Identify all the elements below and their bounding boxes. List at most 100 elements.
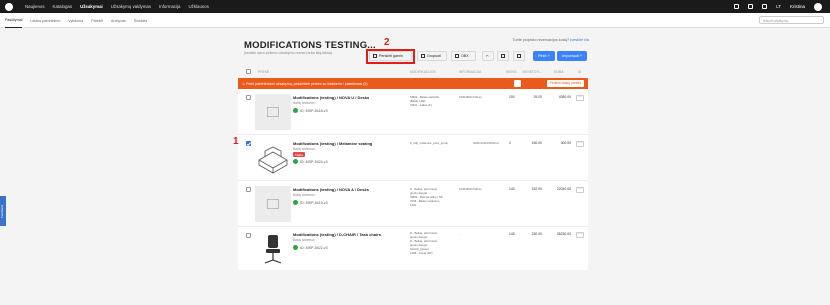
import-dropdown[interactable]: Importuoti ˅: [557, 51, 588, 61]
product-name[interactable]: Modifications (testing) / NOVA A / Desks: [293, 187, 369, 192]
table-header: PREKĖ MODIFIKACIJOS INFORMACIJA KIEKIS V…: [238, 68, 588, 75]
obx-label: OBX: [461, 54, 469, 58]
nav-informacija[interactable]: Informacija: [159, 4, 180, 9]
page-title[interactable]: MODIFICATIONS TESTING...: [244, 40, 376, 51]
modifications-list: Z_ttdp_melamine_price_group: [410, 141, 448, 145]
row-total: 22040.00: [556, 187, 571, 191]
table-row[interactable]: Modifications (testing) / NOVA A / Desks…: [238, 181, 588, 227]
group-button[interactable]: Grupuoti: [417, 51, 447, 61]
copy-button[interactable]: [497, 51, 509, 61]
product-id: ID: MSP-5424-v3: [293, 159, 328, 164]
annotation-number-2: 2: [384, 37, 390, 48]
top-right-tools: LT Kristina: [734, 0, 822, 13]
messages-icon[interactable]: [748, 4, 754, 9]
trash-icon: [517, 54, 521, 58]
nav-naujienos[interactable]: Naujienos: [25, 4, 45, 9]
status-ok-icon: [293, 108, 298, 113]
products-table: Modifications (testing) / NOVA U / Desks…: [233, 89, 588, 270]
status-ok-icon: [293, 245, 298, 250]
product-id: ID: MSP-5422-v3: [293, 245, 328, 250]
unit-price: 29.00: [533, 95, 543, 99]
melamine-seating-sketch: [258, 146, 288, 174]
col-qty: KIEKIS: [506, 69, 517, 74]
tab-siuksles[interactable]: Šiukšlės: [134, 14, 147, 28]
nav-uzsakymu-valdymas[interactable]: Užsakymų valdymas: [111, 4, 151, 9]
product-name[interactable]: Modifications (testing) / D-CHAIR / Task…: [293, 232, 381, 237]
language-selector[interactable]: LT: [776, 4, 781, 9]
product-name[interactable]: Modifications (testing) / Melamine seati…: [293, 141, 372, 146]
product-category: Baldų sistemos: [293, 101, 315, 105]
row-menu-button[interactable]: ···: [576, 187, 584, 193]
alert-message: Prieš patvirtindami užsakymą, pašalinkit…: [246, 81, 368, 86]
tab-vykdoma[interactable]: Vykdoma: [68, 14, 83, 28]
avatar[interactable]: [814, 2, 822, 11]
product-image: [255, 140, 291, 176]
row-total: 300.00: [560, 141, 571, 145]
group-icon: [421, 54, 425, 58]
error-alert: ⚠ Prieš patvirtindami užsakymą, pašalink…: [238, 78, 588, 89]
move-error-products-button[interactable]: Perkelti klaidų prekes: [546, 79, 584, 87]
select-all-checkbox[interactable]: [246, 69, 251, 74]
product-id-text: ID: MSP-5418-v3: [300, 108, 328, 113]
product-id-text: ID: MSP-5422-v3: [300, 245, 328, 250]
row-menu-button[interactable]: ···: [576, 95, 584, 101]
row-checkbox[interactable]: [246, 141, 251, 146]
settings-icon[interactable]: ⚙: [578, 70, 581, 74]
product-name[interactable]: Modifications (testing) / NOVA U / Desks: [293, 95, 369, 100]
product-id-text: ID: MSP-5419-v3: [300, 200, 328, 205]
unit-price: 230.00: [531, 232, 542, 236]
modification-item: Z_ttdp_melamine_price_group: [410, 141, 448, 145]
tab-archyvas[interactable]: Archyvas: [111, 14, 126, 28]
tab-pateikti[interactable]: Pateikti: [91, 14, 103, 28]
actions-dropdown[interactable]: Pirkti ˅: [533, 51, 555, 61]
page-subtitle: Įveskite savo pirkimo užsakymo numerį ar…: [244, 51, 332, 55]
product-category: Baldų sistemos: [293, 238, 315, 242]
delete-button[interactable]: [513, 51, 525, 61]
app-logo[interactable]: [5, 2, 13, 11]
col-information: INFORMACIJA: [459, 69, 482, 74]
order-search-input[interactable]: Ieškoti užsakymų: [759, 16, 824, 24]
table-row[interactable]: 1 Modifications (testing) / Melamine sea…: [233, 135, 588, 181]
cart-icon[interactable]: [762, 4, 768, 9]
modification-item: SM01 - baltas (K): [410, 103, 432, 107]
product-info: 1600x800x740mm: [459, 187, 483, 191]
reservation-code-link[interactable]: Įveskite čia: [570, 38, 589, 42]
cut-button[interactable]: ✂: [482, 51, 494, 61]
nav-uzsakymai[interactable]: Užsakymai: [80, 4, 103, 9]
status-ok-icon: [293, 159, 298, 164]
notifications-icon[interactable]: [734, 4, 740, 9]
alert-action-icon[interactable]: [514, 80, 521, 87]
product-info: 1600x800x740mm: [459, 95, 483, 99]
quantity[interactable]: 145: [509, 232, 515, 236]
feedback-tab[interactable]: Feedback: [0, 196, 6, 226]
nav-uzklausos[interactable]: Užklausos: [189, 4, 209, 9]
reservation-code-question: Turite projekto rezervacijos kodą?: [512, 38, 570, 42]
table-row[interactable]: Modifications (testing) / NOVA U / Desks…: [238, 89, 588, 135]
product-id: ID: MSP-5418-v3: [293, 108, 328, 113]
quantity[interactable]: 150: [509, 95, 515, 99]
product-image: [255, 231, 291, 267]
row-menu-button[interactable]: ···: [576, 141, 584, 147]
quantity[interactable]: 140: [509, 187, 515, 191]
image-placeholder-icon: [267, 199, 279, 209]
row-checkbox[interactable]: [246, 187, 251, 192]
product-info: -: [459, 232, 460, 236]
product-category: Baldų sistemos: [293, 147, 315, 151]
error-badge: Klaida: [293, 152, 305, 157]
scissors-icon: ✂: [486, 54, 490, 58]
row-checkbox[interactable]: [246, 95, 251, 100]
quantity[interactable]: 2: [509, 141, 511, 145]
row-menu-button[interactable]: ···: [576, 232, 584, 238]
group-label: Grupuoti: [427, 54, 441, 58]
row-checkbox[interactable]: [246, 233, 251, 238]
order-tabs: Pasiūlymai Laukia patvirtinimo Vykdoma P…: [5, 13, 147, 28]
product-id-text: ID: MSP-5424-v3: [300, 159, 328, 164]
sub-navbar: Pasiūlymai Laukia patvirtinimo Vykdoma P…: [0, 13, 830, 28]
table-row[interactable]: Modifications (testing) / D-CHAIR / Task…: [238, 227, 588, 270]
tab-laukia-patvirtinimo[interactable]: Laukia patvirtinimo: [30, 14, 60, 28]
user-name[interactable]: Kristina: [790, 4, 805, 9]
obx-button[interactable]: OBX: [451, 51, 476, 61]
nav-katalogas[interactable]: Katalogas: [53, 4, 73, 9]
tab-pasiulymai[interactable]: Pasiūlymai: [5, 13, 23, 28]
task-chair-sketch: [264, 235, 282, 264]
